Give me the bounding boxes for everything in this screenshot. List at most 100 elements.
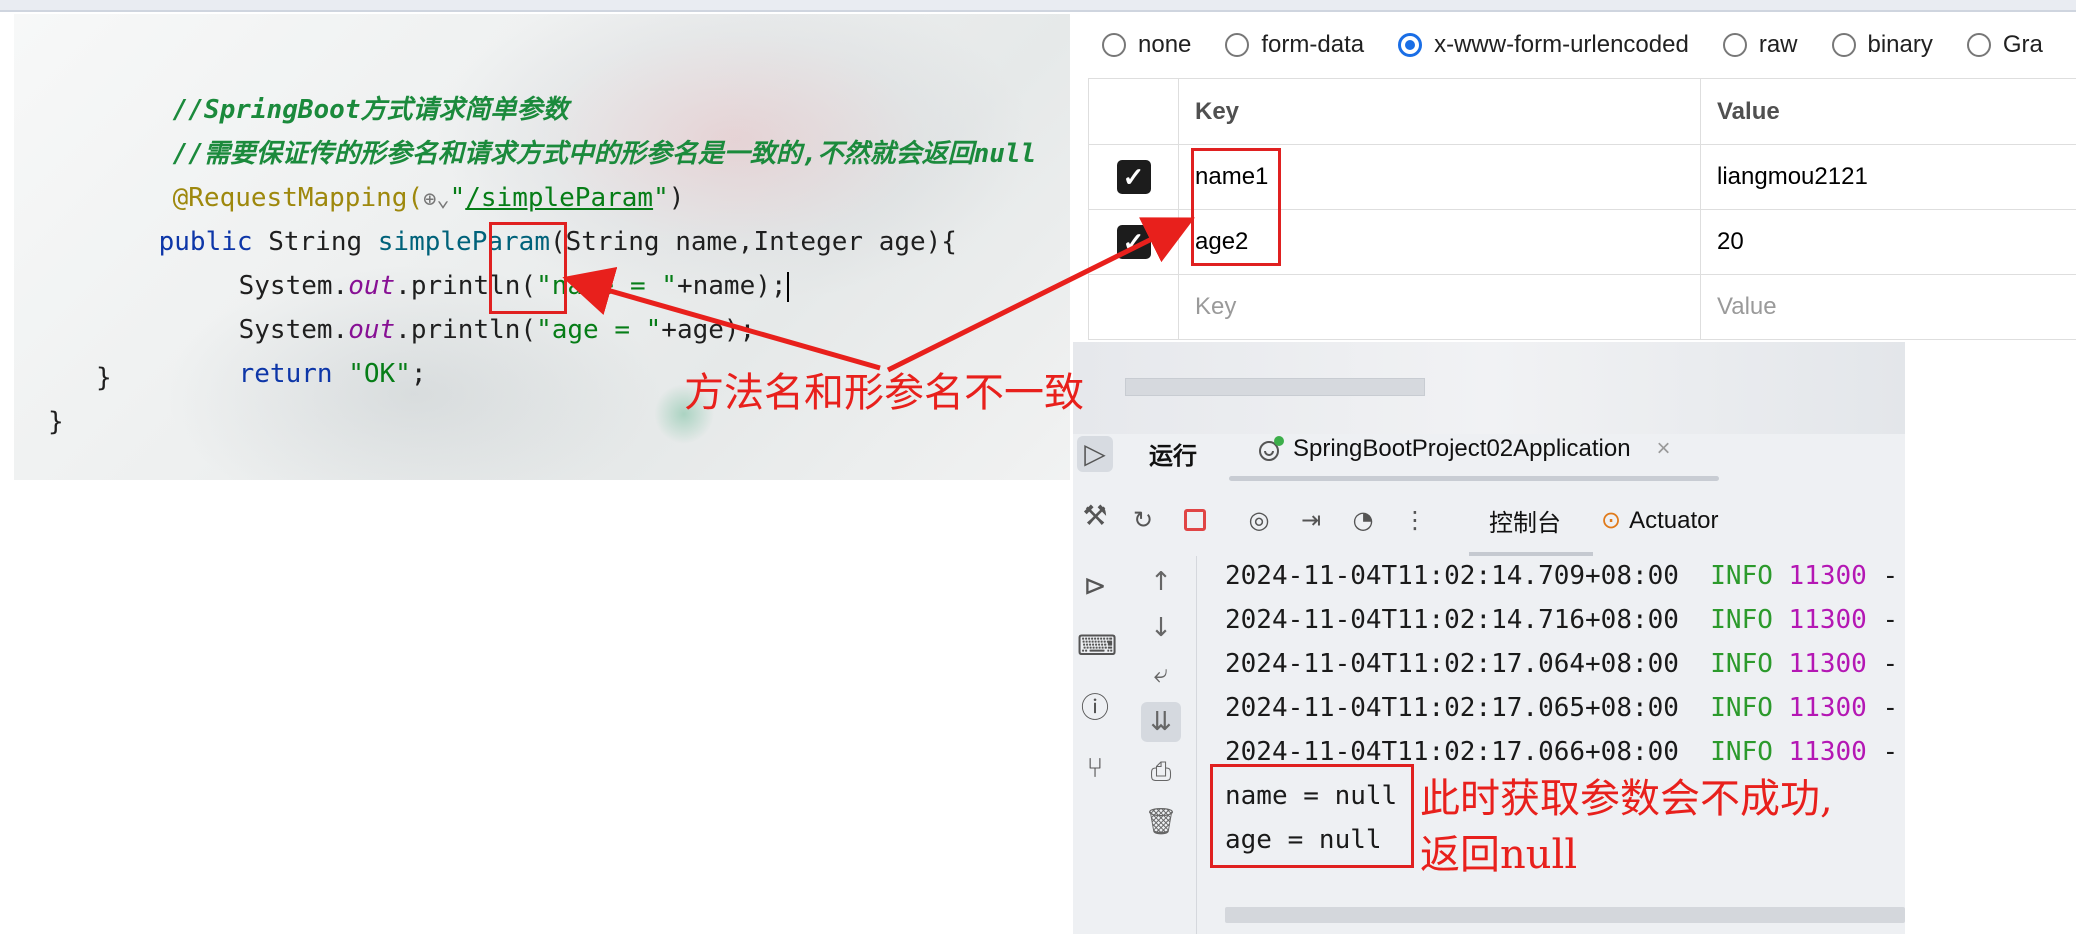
problems-icon[interactable]: ⓘ xyxy=(1077,690,1113,726)
scroll-to-end-icon[interactable]: ⇊ xyxy=(1141,702,1181,742)
spring-app-icon xyxy=(1257,435,1285,463)
log-level: INFO xyxy=(1710,737,1773,767)
close-icon[interactable]: × xyxy=(1657,435,1671,463)
value-cell[interactable]: 20 xyxy=(1700,209,2076,275)
arrow-up-icon[interactable]: ↑ xyxy=(1141,562,1181,602)
log-tail: - xyxy=(1882,649,1899,679)
trash-icon[interactable]: 🗑 xyxy=(1141,802,1181,842)
services-icon[interactable]: ⊳ xyxy=(1077,568,1113,604)
run-toolbar: ↻ ◎ ⇥ ◔ ⋮ 控制台 ⊙ Actuator xyxy=(1125,492,1905,556)
actuator-icon: ⊙ xyxy=(1601,506,1622,534)
tab-actuator-label: Actuator xyxy=(1629,506,1719,534)
camera-icon[interactable]: ◎ xyxy=(1241,502,1277,538)
tab-underline xyxy=(1229,476,1719,481)
key-column-header: Key xyxy=(1178,78,1701,145)
log-level: INFO xyxy=(1710,693,1773,723)
return-line: return "OK"; xyxy=(176,314,427,434)
radio-label: x-www-form-urlencoded xyxy=(1434,31,1689,58)
text-caret xyxy=(786,271,789,302)
radio-label: none xyxy=(1138,31,1192,58)
radio-button[interactable] xyxy=(1102,33,1126,57)
log-level: INFO xyxy=(1710,561,1773,591)
value-column-header: Value xyxy=(1700,78,2076,145)
terminal-icon[interactable]: ⌨ xyxy=(1077,628,1117,664)
row-checkbox[interactable]: ✓ xyxy=(1116,225,1151,259)
key-placeholder-cell[interactable]: Key xyxy=(1178,274,1701,340)
exit-icon[interactable]: ⇥ xyxy=(1293,502,1329,538)
console-gutter: ↑ ↓ ⤶ ⇊ ⎙ 🗑 xyxy=(1125,556,1197,934)
soft-wrap-icon[interactable]: ⤶ xyxy=(1141,654,1181,694)
mismatch-annotation-text: 方法名和形参名不一致 xyxy=(684,370,1084,416)
run-config-tab[interactable]: SpringBootProject02Application × xyxy=(1257,422,1671,476)
log-timestamp: 2024-11-04T11:02:17.065+08:00 xyxy=(1225,693,1679,723)
code-token: +age); xyxy=(661,315,756,345)
tool-window-strip: ▷ ⚒ ⊳ ⌨ ⓘ ⑂ xyxy=(1073,434,1117,934)
build-hammer-icon[interactable]: ⚒ xyxy=(1077,498,1113,534)
log-timestamp: 2024-11-04T11:02:17.066+08:00 xyxy=(1225,737,1679,767)
radio-button[interactable] xyxy=(1225,33,1250,57)
radio-label: raw xyxy=(1758,31,1798,58)
log-level: INFO xyxy=(1710,649,1773,679)
log-tail: - xyxy=(1882,737,1899,767)
tab-console[interactable]: 控制台 xyxy=(1469,503,1593,556)
rerun-icon[interactable]: ↻ xyxy=(1125,502,1161,538)
highlight-box-keys xyxy=(1191,148,1281,266)
more-options-icon[interactable]: ⋮ xyxy=(1397,502,1433,538)
code-token: ; xyxy=(410,359,427,389)
row-checkbox[interactable]: ✓ xyxy=(1116,160,1151,194)
code-string: "age = " xyxy=(536,315,662,345)
table-row-empty: Key Value xyxy=(1088,274,2076,340)
radio-button[interactable] xyxy=(1722,33,1747,57)
log-line: 2024-11-04T11:02:17.064+08:00 INFO 11300… xyxy=(1225,642,1898,686)
run-header: 运行 SpringBootProject02Application × xyxy=(1073,414,1905,484)
log-tail: - xyxy=(1882,605,1899,635)
radio-label: binary xyxy=(1867,31,1933,58)
log-tail: - xyxy=(1882,561,1899,591)
keyword-return: return xyxy=(238,359,333,389)
top-strip xyxy=(0,0,2076,12)
tab-actuator[interactable]: ⊙ Actuator xyxy=(1601,506,1719,535)
horizontal-scrollbar[interactable] xyxy=(1225,907,1905,923)
result-annotation-line-2: 返回null xyxy=(1420,832,1578,878)
close-brace-inner: } xyxy=(96,363,112,393)
radio-binary[interactable]: binary xyxy=(1831,31,1933,59)
row-checkbox-cell: ✓ xyxy=(1088,144,1179,210)
radio-graphql[interactable]: Gra xyxy=(1966,31,2043,59)
radio-x-www-form-urlencoded[interactable]: x-www-form-urlencoded xyxy=(1398,31,1689,59)
value-cell[interactable]: liangmou2121 xyxy=(1700,144,2076,210)
stop-icon[interactable] xyxy=(1177,502,1213,538)
git-icon[interactable]: ⑂ xyxy=(1077,750,1113,786)
value-placeholder-cell[interactable]: Value xyxy=(1700,274,2076,340)
radio-none[interactable]: none xyxy=(1102,31,1191,59)
checkbox-column-header xyxy=(1088,78,1179,145)
radio-button-selected[interactable] xyxy=(1398,33,1423,57)
radio-form-data[interactable]: form-data xyxy=(1225,31,1364,59)
log-pid: 11300 xyxy=(1788,649,1867,679)
gauge-icon[interactable]: ◔ xyxy=(1345,502,1381,538)
highlight-box-output xyxy=(1210,764,1414,868)
run-title: 运行 xyxy=(1149,443,1197,470)
highlight-box-params xyxy=(489,222,567,314)
run-config-tab-label: SpringBootProject02Application xyxy=(1293,435,1631,462)
table-header-row: Key Value xyxy=(1088,78,2076,145)
print-icon[interactable]: ⎙ xyxy=(1141,752,1181,792)
run-play-icon[interactable]: ▷ xyxy=(1077,436,1113,472)
horizontal-scrollbar[interactable] xyxy=(1125,378,1425,396)
radio-button[interactable] xyxy=(1831,33,1856,57)
log-level: INFO xyxy=(1710,605,1773,635)
log-pid: 11300 xyxy=(1788,693,1867,723)
body-type-radio-group: none form-data x-www-form-urlencoded raw… xyxy=(1102,22,2076,68)
log-pid: 11300 xyxy=(1788,605,1867,635)
arrow-down-icon[interactable]: ↓ xyxy=(1141,608,1181,648)
radio-button[interactable] xyxy=(1966,33,1991,57)
log-pid: 11300 xyxy=(1788,561,1867,591)
row-checkbox-cell: ✓ xyxy=(1088,209,1179,275)
log-timestamp: 2024-11-04T11:02:14.709+08:00 xyxy=(1225,561,1679,591)
log-line: 2024-11-04T11:02:17.065+08:00 INFO 11300… xyxy=(1225,686,1898,730)
row-checkbox-cell xyxy=(1088,274,1179,340)
radio-raw[interactable]: raw xyxy=(1722,31,1798,59)
close-brace-outer: } xyxy=(48,407,64,437)
log-pid: 11300 xyxy=(1788,737,1867,767)
radio-label: form-data xyxy=(1261,31,1365,58)
code-string: "OK" xyxy=(348,359,411,389)
